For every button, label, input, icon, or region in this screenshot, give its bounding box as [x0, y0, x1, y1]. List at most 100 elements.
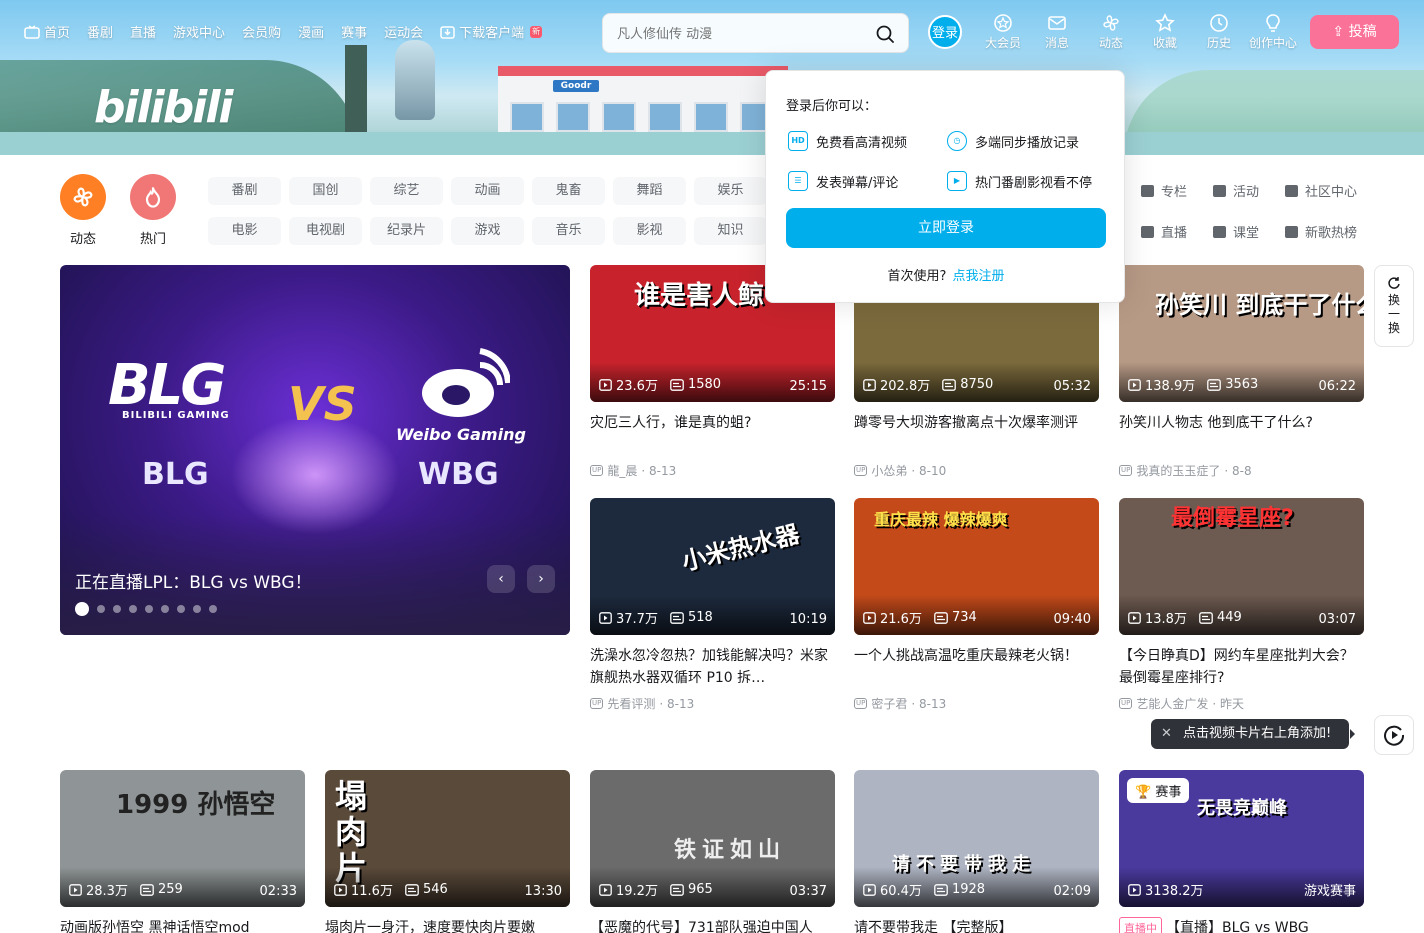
nav-game-center[interactable]: 游戏中心 — [173, 22, 225, 41]
video-meta[interactable]: UP 小怂弟 · 8-10 — [854, 462, 1099, 479]
chip-guochuang[interactable]: 国创 — [289, 177, 362, 205]
uploader-name[interactable]: 小怂弟 — [871, 462, 907, 479]
nav-match[interactable]: 赛事 — [341, 22, 367, 41]
video-title[interactable]: 塌肉片一身汗，速度要快肉片要嫩 — [325, 917, 570, 933]
video-thumbnail[interactable]: 1999 孙悟空 28.3万 259 02:33 — [60, 770, 305, 907]
chip-film[interactable]: 影视 — [613, 217, 686, 245]
video-meta[interactable]: UP 我真的玉玉症了 · 8-8 — [1119, 462, 1364, 479]
search-input[interactable] — [617, 23, 857, 45]
video-meta[interactable]: UP 龍_晨 · 8-13 — [590, 462, 835, 479]
video-card[interactable]: 塌肉片11.6万54613:30 塌肉片一身汗，速度要快肉片要嫩 — [325, 770, 570, 933]
video-card[interactable]: 孙笑川 到底干了什么? 138.9万 3563 06:22 孙笑川人物志 他到底干了什么… — [1119, 265, 1364, 479]
refresh-button[interactable]: 换 一 换 — [1374, 265, 1414, 347]
video-meta[interactable]: UP 密子君 · 8-13 — [854, 695, 1099, 712]
video-thumbnail[interactable]: 无畏竞巅峰 🏆 赛事 3138.2万 游戏赛事 — [1119, 770, 1364, 907]
chip-kichiku[interactable]: 鬼畜 — [532, 177, 605, 205]
chip-bangumi[interactable]: 番剧 — [208, 177, 281, 205]
login-avatar-button[interactable]: 登录 — [928, 15, 962, 49]
nav-vip[interactable]: 大会员 — [976, 13, 1030, 51]
dynamics-channel-label[interactable]: 动态 — [60, 228, 106, 247]
nav-bangumi[interactable]: 番剧 — [87, 22, 113, 41]
video-title[interactable]: 孙笑川人物志 他到底干了什么? — [1119, 412, 1364, 456]
video-title[interactable]: 【今日睁真D】网约车星座批判大会？最倒霉星座排行? — [1119, 645, 1364, 689]
video-title[interactable]: 请不要带我走 【完整版】 — [854, 917, 1099, 933]
link-activity[interactable]: 活动 — [1213, 181, 1285, 200]
video-title[interactable]: 一个人挑战高温吃重庆最辣老火锅！ — [854, 645, 1099, 689]
video-title[interactable]: 蹲零号大坝游客撤离点十次爆率测评 — [854, 412, 1099, 456]
link-classroom[interactable]: 课堂 — [1213, 222, 1285, 241]
uploader-name[interactable]: 先看评测 — [607, 695, 655, 712]
video-card[interactable]: 请不要带我走 60.4万 1928 02:09 请不要带我走 【完整版】 — [854, 770, 1099, 933]
video-title[interactable]: 洗澡水忽冷忽热？加钱能解决吗？米家旗舰热水器双循环 P10 拆… — [590, 645, 835, 689]
uploader-name[interactable]: 龍_晨 — [607, 462, 637, 479]
chip-game[interactable]: 游戏 — [451, 217, 524, 245]
nav-sports[interactable]: 运动会 — [384, 22, 423, 41]
link-new-songs[interactable]: 新歌热榜 — [1285, 222, 1365, 241]
dynamics-channel-icon[interactable] — [60, 174, 106, 220]
video-card[interactable]: 小米热水器 37.7万 518 10:19 洗澡水忽冷忽热？加钱能解决吗？米家旗舰热水器… — [590, 498, 835, 712]
carousel-dot[interactable] — [193, 605, 201, 613]
featured-carousel[interactable]: BLG BILIBILI GAMING VS Weibo Gaming BLG … — [60, 265, 570, 635]
nav-favorites[interactable]: 收藏 — [1138, 13, 1192, 51]
upload-button[interactable]: ⇪ 投稿 — [1310, 15, 1399, 49]
video-thumbnail[interactable]: 请不要带我走 60.4万 1928 02:09 — [854, 770, 1099, 907]
nav-live[interactable]: 直播 — [130, 22, 156, 41]
video-thumbnail[interactable]: 孙笑川 到底干了什么? 138.9万 3563 06:22 — [1119, 265, 1364, 402]
carousel-dot[interactable] — [145, 605, 153, 613]
nav-download-client[interactable]: 下载客户端 新 — [440, 22, 543, 41]
chip-dance[interactable]: 舞蹈 — [613, 177, 686, 205]
hot-channel-label[interactable]: 热门 — [130, 228, 176, 247]
video-meta[interactable]: UP 艺能人金广发 · 昨天 — [1119, 695, 1364, 712]
link-column[interactable]: 专栏 — [1141, 181, 1213, 200]
nav-manga[interactable]: 漫画 — [298, 22, 324, 41]
carousel-caption[interactable]: 正在直播LPL：BLG vs WBG！ — [75, 568, 312, 593]
video-thumbnail[interactable]: 最倒霉星座? 13.8万 449 03:07 — [1119, 498, 1364, 635]
video-thumbnail[interactable]: 小米热水器 37.7万 518 10:19 — [590, 498, 835, 635]
nav-dynamics[interactable]: 动态 — [1084, 13, 1138, 51]
video-card[interactable]: 无畏竞巅峰 🏆 赛事 3138.2万 游戏赛事直播中 【直播】BLG vs WBG — [1119, 770, 1364, 933]
nav-mall[interactable]: 会员购 — [242, 22, 281, 41]
video-card[interactable]: 重庆最辣 爆辣爆爽 21.6万 734 09:40 一个人挑战高温吃重庆最辣老火锅！ UP… — [854, 498, 1099, 712]
hot-channel-icon[interactable] — [130, 174, 176, 220]
nav-creator-center[interactable]: 创作中心 — [1246, 13, 1300, 51]
login-now-button[interactable]: 立即登录 — [786, 208, 1106, 248]
carousel-dot[interactable] — [75, 602, 89, 616]
carousel-dot[interactable] — [113, 605, 121, 613]
carousel-dot[interactable] — [177, 605, 185, 613]
video-meta[interactable]: UP 先看评测 · 8-13 — [590, 695, 835, 712]
chip-knowledge[interactable]: 知识 — [694, 217, 767, 245]
video-title[interactable]: 灾厄三人行，谁是真的蛆? — [590, 412, 835, 456]
nav-messages[interactable]: 消息 — [1030, 13, 1084, 51]
chip-documentary[interactable]: 纪录片 — [370, 217, 443, 245]
carousel-prev-button[interactable]: ‹ — [487, 565, 515, 593]
video-title[interactable]: 直播中 【直播】BLG vs WBG — [1119, 917, 1364, 933]
register-link[interactable]: 点我注册 — [952, 269, 1004, 284]
carousel-next-button[interactable]: › — [527, 565, 555, 593]
video-card[interactable]: 1999 孙悟空 28.3万 259 02:33 动画版孙悟空 黑神话悟空mod — [60, 770, 305, 933]
carousel-dot[interactable] — [129, 605, 137, 613]
watch-later-button[interactable] — [1374, 715, 1414, 755]
carousel-dot[interactable] — [209, 605, 217, 613]
close-icon[interactable]: ✕ — [1161, 719, 1172, 749]
video-card[interactable]: 铁证如山 19.2万 965 03:37 【恶魔的代号】731部队强迫中国人 — [590, 770, 835, 933]
chip-variety[interactable]: 综艺 — [370, 177, 443, 205]
carousel-dot[interactable] — [97, 605, 105, 613]
nav-history[interactable]: 历史 — [1192, 13, 1246, 51]
uploader-name[interactable]: 我真的玉玉症了 — [1136, 462, 1220, 479]
search-icon[interactable] — [874, 23, 896, 45]
bilibili-logo[interactable]: bilibili — [94, 82, 233, 133]
video-card[interactable]: 最倒霉星座? 13.8万 449 03:07 【今日睁真D】网约车星座批判大会？最倒霉星… — [1119, 498, 1364, 712]
chip-movie[interactable]: 电影 — [208, 217, 281, 245]
video-title[interactable]: 【恶魔的代号】731部队强迫中国人 — [590, 917, 835, 933]
video-thumbnail[interactable]: 塌肉片11.6万54613:30 — [325, 770, 570, 907]
uploader-name[interactable]: 密子君 — [871, 695, 907, 712]
chip-animation[interactable]: 动画 — [451, 177, 524, 205]
chip-entertainment[interactable]: 娱乐 — [694, 177, 767, 205]
video-title[interactable]: 动画版孙悟空 黑神话悟空mod — [60, 917, 305, 933]
uploader-name[interactable]: 艺能人金广发 — [1136, 695, 1208, 712]
chip-music[interactable]: 音乐 — [532, 217, 605, 245]
carousel-dot[interactable] — [161, 605, 169, 613]
chip-tv[interactable]: 电视剧 — [289, 217, 362, 245]
link-community[interactable]: 社区中心 — [1285, 181, 1365, 200]
link-live[interactable]: 直播 — [1141, 222, 1213, 241]
